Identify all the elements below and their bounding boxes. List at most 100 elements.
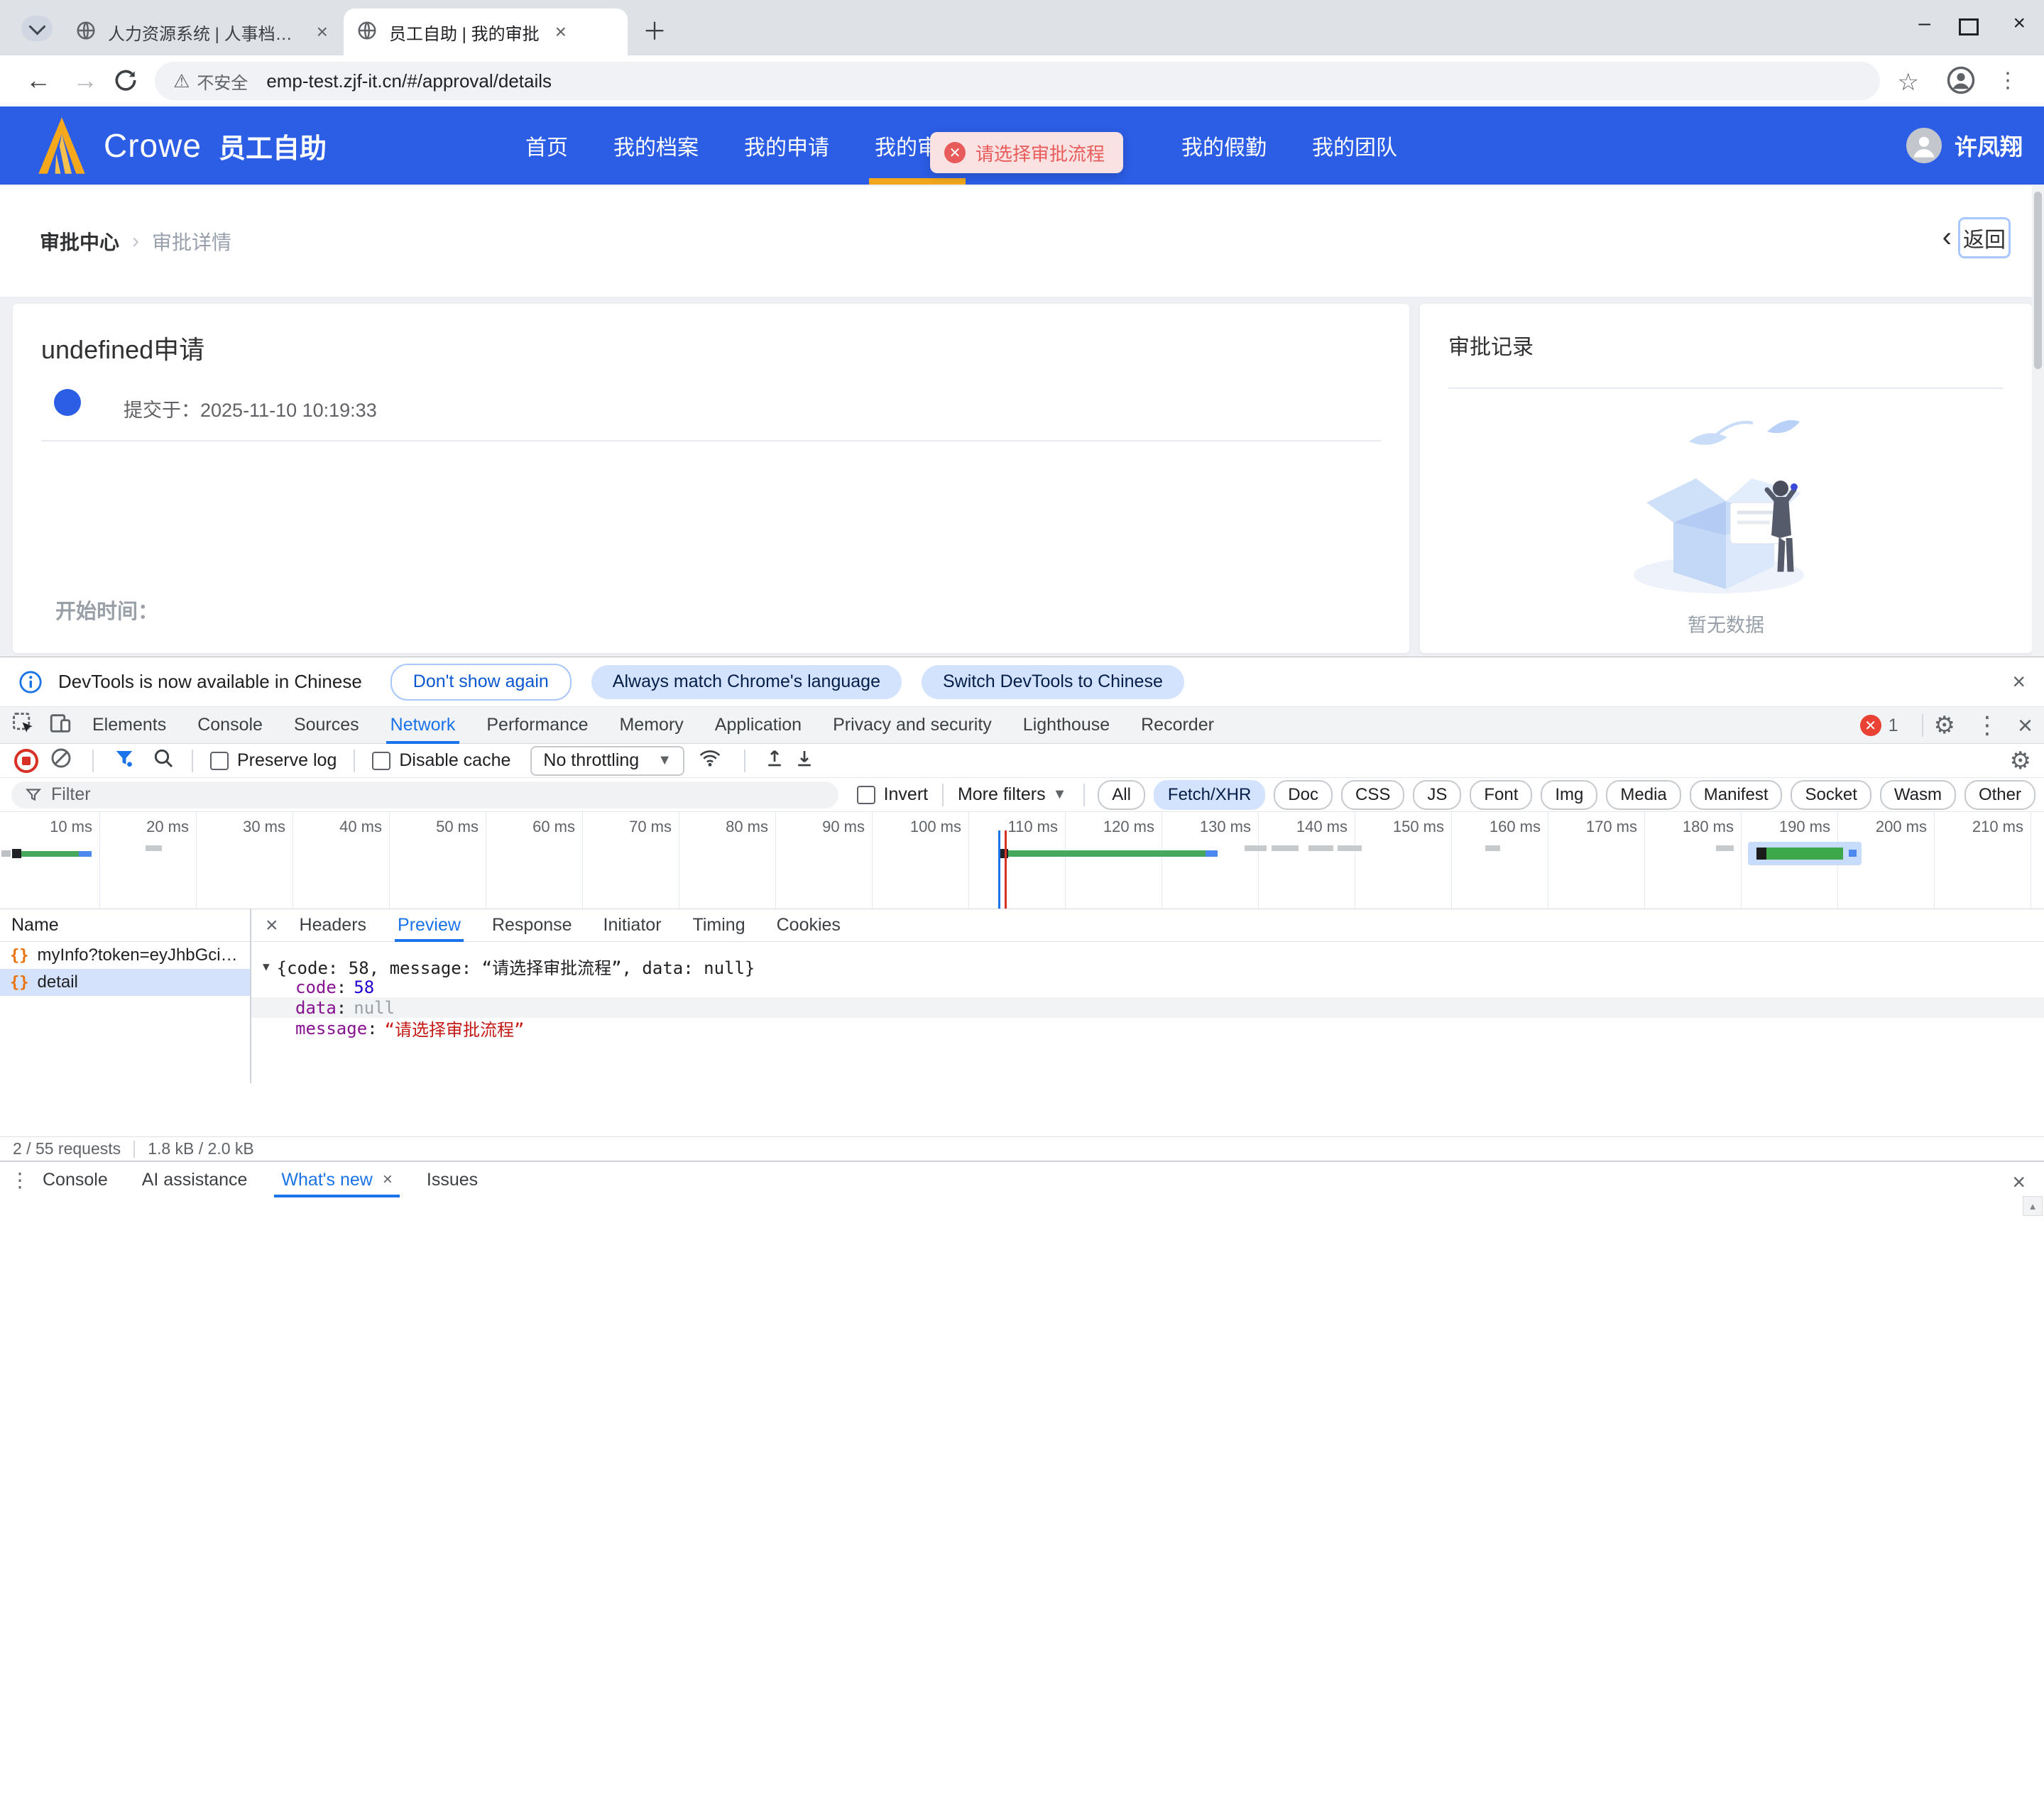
more-filters-button[interactable]: More filters (958, 784, 1046, 805)
filter-chip-css[interactable]: CSS (1341, 780, 1404, 810)
tab-close-icon[interactable]: × (555, 21, 567, 43)
inspect-icon[interactable] (11, 711, 35, 739)
error-badge-icon[interactable]: ✕ (1860, 715, 1881, 736)
detail-tab-initiator[interactable]: Initiator (603, 909, 662, 942)
user-menu[interactable]: 许凤翔 (1906, 106, 2023, 185)
devtools-tab-sources[interactable]: Sources (294, 707, 359, 744)
banner-button[interactable]: Don't show again (390, 664, 572, 701)
json-property-message[interactable]: message:“请选择审批流程” (251, 1018, 2044, 1038)
network-overview-timeline[interactable]: 10 ms20 ms30 ms40 ms50 ms60 ms70 ms80 ms… (0, 812, 2044, 909)
drawer-tab-issues[interactable]: Issues (427, 1162, 478, 1197)
tab-search-button[interactable] (21, 16, 53, 41)
timeline-tick-label: 150 ms (1359, 818, 1444, 836)
json-summary-row[interactable]: ▼ {code: 58, message: “请选择审批流程”, data: n… (251, 956, 2044, 977)
filter-chip-img[interactable]: Img (1541, 780, 1597, 810)
banner-close-icon[interactable]: × (2012, 669, 2026, 695)
filter-chip-all[interactable]: All (1098, 780, 1145, 810)
devtools-tab-lighthouse[interactable]: Lighthouse (1023, 707, 1110, 744)
disable-cache-checkbox[interactable] (372, 752, 390, 770)
settings-gear-icon[interactable]: ⚙ (1933, 711, 1955, 740)
devtools-tab-network[interactable]: Network (390, 707, 456, 744)
filter-funnel-icon[interactable] (114, 747, 135, 774)
back-arrow-icon[interactable]: ← (26, 65, 51, 95)
brand-logo[interactable]: Crowe 员工自助 (34, 106, 327, 185)
devtools-tab-application[interactable]: Application (715, 707, 802, 744)
filter-chip-socket[interactable]: Socket (1791, 780, 1871, 810)
browser-tab-inactive[interactable]: 人力资源系统 | 人事档案管理 × (62, 9, 341, 55)
filter-chip-js[interactable]: JS (1413, 780, 1461, 810)
filter-chip-manifest[interactable]: Manifest (1690, 780, 1783, 810)
json-property-data[interactable]: data:null (251, 997, 2044, 1018)
request-row-myInfo[interactable]: {}myInfo?token=eyJhbGciOiJI... (0, 942, 250, 969)
window-close-button[interactable]: × (2013, 11, 2026, 35)
new-tab-button[interactable]: ＋ (643, 20, 667, 44)
drawer-tab-ai-assistance[interactable]: AI assistance (142, 1162, 248, 1197)
clear-network-log-icon[interactable] (50, 747, 72, 774)
devtools-tab-recorder[interactable]: Recorder (1141, 707, 1214, 744)
profile-avatar-icon[interactable] (1946, 65, 1976, 99)
bookmark-star-icon[interactable]: ☆ (1898, 68, 1919, 97)
filter-chip-doc[interactable]: Doc (1274, 780, 1333, 810)
detail-tab-response[interactable]: Response (492, 909, 572, 942)
search-icon[interactable] (152, 747, 175, 774)
banner-button[interactable]: Always match Chrome's language (591, 665, 902, 699)
devtools-tab-console[interactable]: Console (197, 707, 263, 744)
forward-arrow-icon[interactable]: → (72, 65, 98, 95)
filter-input[interactable]: Filter (11, 782, 838, 808)
request-list-header[interactable]: Name (0, 909, 250, 942)
nav-item-我的团队[interactable]: 我的团队 (1312, 106, 1397, 185)
network-conditions-icon[interactable] (697, 747, 723, 774)
export-har-icon[interactable] (794, 747, 815, 774)
json-property-code[interactable]: code:58 (251, 977, 2044, 997)
browser-tab-active[interactable]: 员工自助 | 我的审批 × (344, 9, 628, 55)
breadcrumb-root[interactable]: 审批中心 (40, 227, 119, 256)
devtools-menu-dots-icon[interactable]: ⋮ (1975, 711, 1999, 740)
reload-icon[interactable] (112, 67, 139, 97)
nav-item-我的假勤[interactable]: 我的假勤 (1181, 106, 1267, 185)
filter-chip-fetch-xhr[interactable]: Fetch/XHR (1154, 780, 1265, 810)
timeline-gridline (389, 812, 390, 909)
network-settings-gear-icon[interactable]: ⚙ (2010, 747, 2031, 775)
banner-button[interactable]: Switch DevTools to Chinese (922, 665, 1184, 699)
drawer-tab-console[interactable]: Console (43, 1162, 108, 1197)
detail-tab-cookies[interactable]: Cookies (777, 909, 841, 942)
invert-checkbox[interactable] (857, 786, 875, 804)
filter-chip-media[interactable]: Media (1606, 780, 1680, 810)
scroll-up-arrow[interactable]: ▲ (2023, 1196, 2043, 1216)
import-har-icon[interactable] (764, 747, 785, 774)
drawer-tab-close-icon[interactable]: × (383, 1170, 393, 1190)
detail-tab-headers[interactable]: Headers (300, 909, 367, 942)
throttling-select[interactable]: No throttling ▼ (530, 746, 684, 776)
request-row-detail[interactable]: {}detail (0, 969, 250, 996)
preserve-log-checkbox[interactable] (210, 752, 229, 770)
tree-expand-icon[interactable]: ▼ (263, 960, 270, 973)
filter-chip-wasm[interactable]: Wasm (1880, 780, 1956, 810)
nav-item-首页[interactable]: 首页 (525, 106, 568, 185)
nav-item-我的申请[interactable]: 我的申请 (744, 106, 829, 185)
nav-item-我的档案[interactable]: 我的档案 (613, 106, 699, 185)
detail-tab-timing[interactable]: Timing (693, 909, 745, 942)
drawer-close-icon[interactable]: × (2012, 1169, 2026, 1195)
security-chip[interactable]: ⚠ 不安全 (173, 69, 248, 94)
json-key: code (295, 977, 337, 997)
devtools-close-icon[interactable]: × (2018, 711, 2033, 740)
back-button[interactable]: ‹ 返回 (1942, 221, 2006, 253)
page-scrollbar-thumb[interactable] (2034, 192, 2042, 369)
window-minimize-button[interactable]: – (1918, 11, 1930, 35)
close-detail-icon[interactable]: × (266, 914, 278, 938)
drawer-tab-what-s-new[interactable]: What's new× (281, 1162, 392, 1197)
devtools-tab-privacy-and-security[interactable]: Privacy and security (833, 707, 992, 744)
record-network-log-icon[interactable] (14, 749, 38, 773)
device-toolbar-icon[interactable] (48, 711, 72, 739)
devtools-tab-memory[interactable]: Memory (619, 707, 683, 744)
filter-chip-font[interactable]: Font (1470, 780, 1532, 810)
filter-chip-other[interactable]: Other (1964, 780, 2035, 810)
devtools-tab-performance[interactable]: Performance (486, 707, 588, 744)
address-bar[interactable]: ⚠ 不安全 emp-test.zjf-it.cn/#/approval/deta… (155, 62, 1880, 100)
tab-close-icon[interactable]: × (317, 21, 328, 43)
drawer-menu-dots-icon[interactable]: ⋮ (10, 1168, 30, 1192)
detail-tab-preview[interactable]: Preview (398, 909, 461, 942)
devtools-tab-elements[interactable]: Elements (92, 707, 166, 744)
browser-menu-dots-icon[interactable]: ⋮ (1997, 68, 2018, 93)
window-maximize-button[interactable] (1959, 18, 1979, 35)
